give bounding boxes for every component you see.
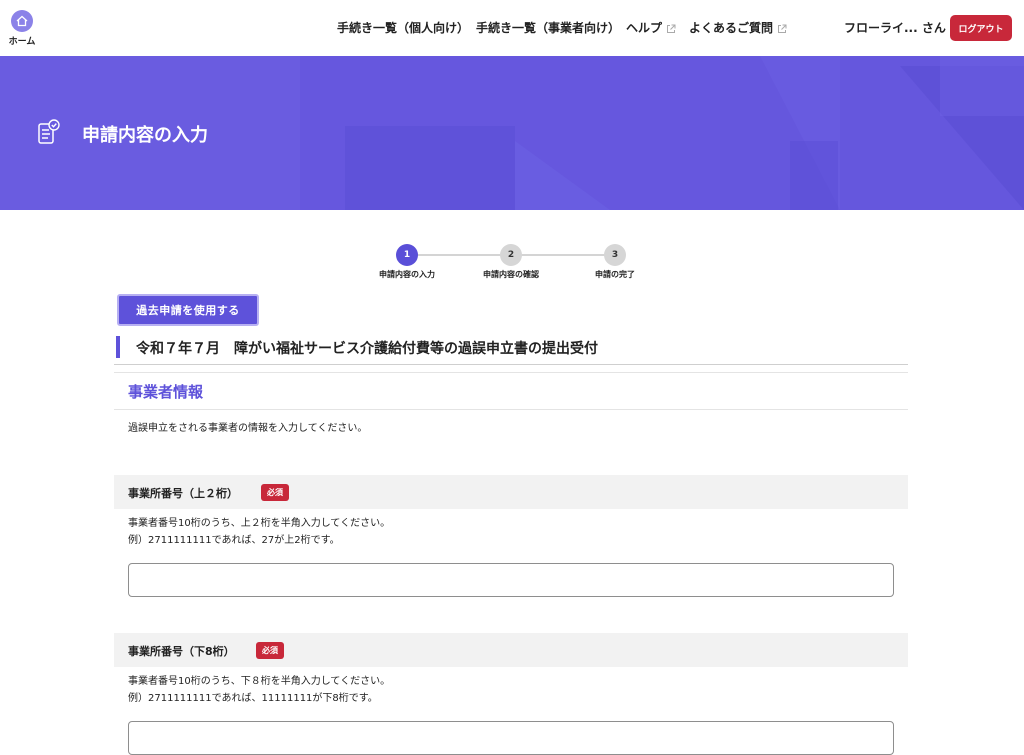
step-connector (511, 254, 615, 256)
field-hint: 事業者番号10桁のうち、上２桁を半角入力してください。 (128, 518, 391, 529)
step-1-label: 申請内容の入力 (379, 270, 435, 279)
home-link[interactable]: ホーム (8, 10, 36, 47)
step-2-label: 申請内容の確認 (483, 270, 539, 279)
divider (114, 409, 908, 410)
nav-help[interactable]: ヘルプ (626, 19, 676, 36)
section-description: 過誤申立をされる事業者の情報を入力してください。 (128, 423, 368, 434)
nav-faq-label: よくあるご質問 (689, 21, 774, 35)
divider (114, 364, 908, 365)
use-past-application-button[interactable]: 過去申請を使用する (117, 294, 259, 326)
field-hint: 事業者番号10桁のうち、下８桁を半角入力してください。 (128, 676, 391, 687)
field-header: 事業所番号（下8桁） 必須 (114, 633, 908, 667)
page-banner: 申請内容の入力 (0, 56, 1024, 210)
step-3-label: 申請の完了 (595, 270, 635, 279)
field-label: 事業所番号（下8桁） (128, 645, 235, 658)
field-hint: 例）2711111111であれば、11111111が下8桁です。 (128, 693, 378, 704)
step-2-indicator: 2 (500, 244, 522, 266)
office-number-lower-input[interactable] (128, 721, 894, 755)
procedure-title: 令和７年７月 障がい福祉サービス介護給付費等の過誤申立書の提出受付 (136, 341, 598, 357)
step-3-indicator: 3 (604, 244, 626, 266)
external-link-icon (667, 24, 676, 33)
field-header: 事業所番号（上２桁） 必須 (114, 475, 908, 509)
home-label: ホーム (8, 37, 36, 47)
section-title: 事業者情報 (128, 383, 204, 401)
required-badge: 必須 (261, 484, 289, 501)
form-checklist-icon (38, 119, 60, 144)
nav-faq[interactable]: よくあるご質問 (689, 19, 787, 36)
step-connector (407, 254, 511, 256)
nav-help-label: ヘルプ (626, 21, 663, 35)
nav-procedures-individual[interactable]: 手続き一覧（個人向け） (337, 19, 469, 36)
user-name[interactable]: フローライ... さん (844, 19, 946, 36)
title-accent-bar (116, 336, 120, 358)
field-label: 事業所番号（上２桁） (128, 487, 238, 500)
field-hint: 例）2711111111であれば、27が上2桁です。 (128, 535, 340, 546)
office-number-upper-input[interactable] (128, 563, 894, 597)
page-title: 申請内容の入力 (82, 125, 208, 146)
divider (114, 372, 908, 373)
external-link-icon (778, 24, 787, 33)
step-1-indicator: 1 (396, 244, 418, 266)
logout-button[interactable]: ログアウト (950, 15, 1012, 41)
top-header: ホーム 手続き一覧（個人向け） 手続き一覧（事業者向け） ヘルプ よくあるご質問… (0, 0, 1024, 56)
nav-procedures-business[interactable]: 手続き一覧（事業者向け） (476, 19, 620, 36)
required-badge: 必須 (256, 642, 284, 659)
home-icon (11, 10, 33, 32)
